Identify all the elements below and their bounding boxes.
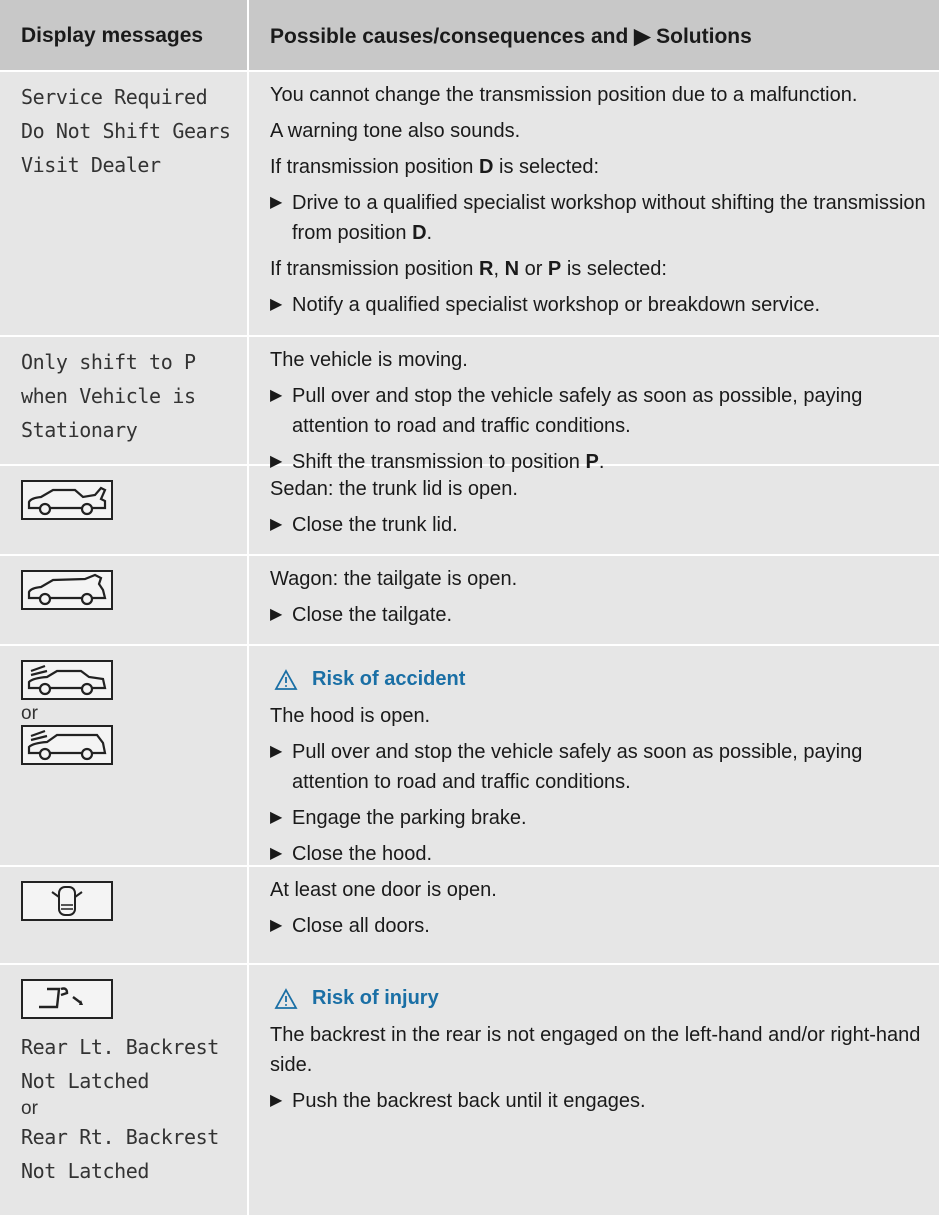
message-cell [0,867,249,963]
solution-step: ▶ Drive to a qualified specialist worksho… [270,188,931,248]
step-arrow-icon: ▶ [270,296,283,313]
warning-triangle-icon [274,987,298,1009]
solution-step: ▶ Shift the transmission to position P. [270,447,931,477]
cause-text: The vehicle is moving. [270,349,468,371]
display-message-line: Visit Dealer [21,153,161,177]
display-message-line: Rear Rt. Backrest [21,1125,219,1149]
step-arrow-icon: ▶ [270,845,283,862]
solution-cell: You cannot change the transmission posit… [249,72,939,335]
message-cell: Rear Lt. Backrest Not Latched or Rear Rt… [0,965,249,1215]
solution-step: ▶ Engage the parking brake. [270,803,931,833]
step-arrow-icon: ▶ [270,194,283,211]
table-row: Only shift to P when Vehicle is Stationa… [0,337,939,473]
table-row: Wagon: the tailgate is open. ▶ Close the … [0,556,939,646]
message-cell: or [0,646,249,865]
solution-cell: Sedan: the trunk lid is open. ▶ Close the… [249,466,939,554]
solution-step: ▶ Pull over and stop the vehicle safely a… [270,737,931,797]
table-row: or Risk of accident The hood is open. ▶ … [0,646,939,867]
warning-triangle-icon [274,668,298,690]
wagon-tailgate-open-icon [21,570,113,610]
cause-text: Wagon: the tailgate is open. [270,568,518,590]
sedan-trunk-open-icon [21,480,113,520]
solution-cell: Risk of injury The backrest in the rear … [249,965,939,1215]
step-arrow-icon: ▶ [270,387,283,404]
solution-step: ▶ Push the backrest back until it engages… [270,1086,931,1116]
warning-heading: Risk of injury [270,987,931,1010]
condition-text: If transmission position R, N or P is se… [270,258,667,280]
solution-step: ▶ Notify a qualified specialist workshop … [270,290,931,320]
step-arrow-icon: ▶ [270,809,283,826]
table-row: At least one door is open. ▶ Close all do… [0,867,939,965]
table-row: Rear Lt. Backrest Not Latched or Rear Rt… [0,965,939,1217]
step-arrow-icon: ▶ [270,516,283,533]
cause-text: Sedan: the trunk lid is open. [270,478,518,500]
display-message-line: Not Latched [21,1159,150,1183]
step-arrow-icon: ▶ [270,1092,283,1109]
message-cell [0,466,249,554]
header-display-messages: Display messages [0,0,249,70]
message-cell: Only shift to P when Vehicle is Stationa… [0,337,249,464]
table-row: Service Required Do Not Shift Gears Visi… [0,72,939,337]
table-header: Display messages Possible causes/consequ… [0,0,939,72]
sedan-hood-open-icon [21,660,113,700]
display-message-line: Not Latched [21,1069,150,1093]
step-arrow-icon: ▶ [270,606,283,623]
message-cell [0,556,249,644]
table-row: Sedan: the trunk lid is open. ▶ Close the… [0,466,939,556]
cause-text: A warning tone also sounds. [270,120,521,142]
or-text: or [21,1098,38,1119]
wagon-hood-open-icon [21,725,113,765]
display-message-line: Do Not Shift Gears [21,119,231,143]
solution-step: ▶ Close all doors. [270,911,931,941]
display-message-line: Only shift to P [21,350,196,374]
step-arrow-icon: ▶ [270,743,283,760]
cause-text: The hood is open. [270,705,431,727]
solution-step: ▶ Close the tailgate. [270,600,931,630]
step-arrow-icon: ▶ [270,453,283,470]
solution-cell: Risk of accident The hood is open. ▶ Pull… [249,646,939,865]
warning-heading: Risk of accident [270,668,931,691]
cause-text: At least one door is open. [270,879,497,901]
step-arrow-icon: ▶ [270,917,283,934]
solution-cell: At least one door is open. ▶ Close all do… [249,867,939,963]
condition-text: If transmission position D is selected: [270,156,600,178]
door-open-icon [21,881,113,921]
display-message-line: Stationary [21,418,138,442]
display-messages-table: Display messages Possible causes/consequ… [0,0,939,1217]
cause-text: You cannot change the transmission posit… [270,84,858,106]
display-message-line: Rear Lt. Backrest [21,1035,219,1059]
display-message-line: when Vehicle is [21,384,196,408]
solution-step: ▶ Pull over and stop the vehicle safely a… [270,381,931,441]
cause-text: The backrest in the rear is not engaged … [270,1024,921,1076]
header-causes-solutions: Possible causes/consequences and ▶ Solut… [270,25,752,48]
display-message-line: Service Required [21,85,208,109]
message-cell: Service Required Do Not Shift Gears Visi… [0,72,249,335]
solution-cell: The vehicle is moving. ▶ Pull over and st… [249,337,939,473]
solution-step: ▶ Close the hood. [270,839,931,869]
solution-cell: Wagon: the tailgate is open. ▶ Close the … [249,556,939,644]
solution-step: ▶ Close the trunk lid. [270,510,931,540]
or-text: or [21,703,38,724]
rear-backrest-icon [21,979,113,1019]
